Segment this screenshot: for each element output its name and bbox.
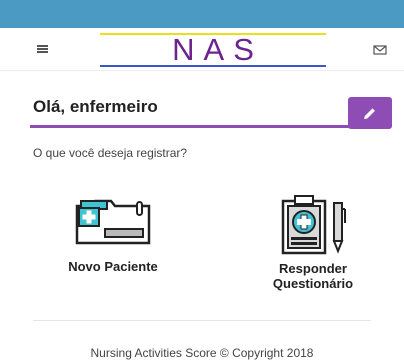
app-header: NAS — [0, 28, 404, 71]
patient-folder-icon — [75, 199, 151, 245]
hamburger-menu-icon[interactable] — [30, 40, 54, 58]
app-logo: NAS — [100, 33, 326, 67]
footer-divider — [33, 320, 371, 321]
clipboard-pen-icon — [281, 195, 346, 255]
status-bar — [0, 0, 404, 28]
envelope-icon[interactable] — [368, 41, 392, 59]
pencil-icon — [364, 108, 375, 120]
logo-text: NAS — [172, 32, 263, 67]
answer-questionnaire-option[interactable]: Responder Questionário — [238, 195, 388, 291]
answer-questionnaire-label-line2: Questionário — [272, 276, 354, 291]
new-patient-option[interactable]: Novo Paciente — [38, 195, 188, 274]
copyright-footer: Nursing Activities Score © Copyright 201… — [90, 346, 314, 360]
edit-button[interactable] — [348, 97, 392, 129]
greeting-bar: Olá, enfermeiro — [30, 95, 374, 128]
greeting-text: Olá, enfermeiro — [33, 97, 158, 116]
register-prompt: O que você deseja registrar? — [33, 146, 188, 160]
new-patient-label: Novo Paciente — [68, 259, 158, 274]
answer-questionnaire-label-line1: Responder — [279, 261, 347, 276]
